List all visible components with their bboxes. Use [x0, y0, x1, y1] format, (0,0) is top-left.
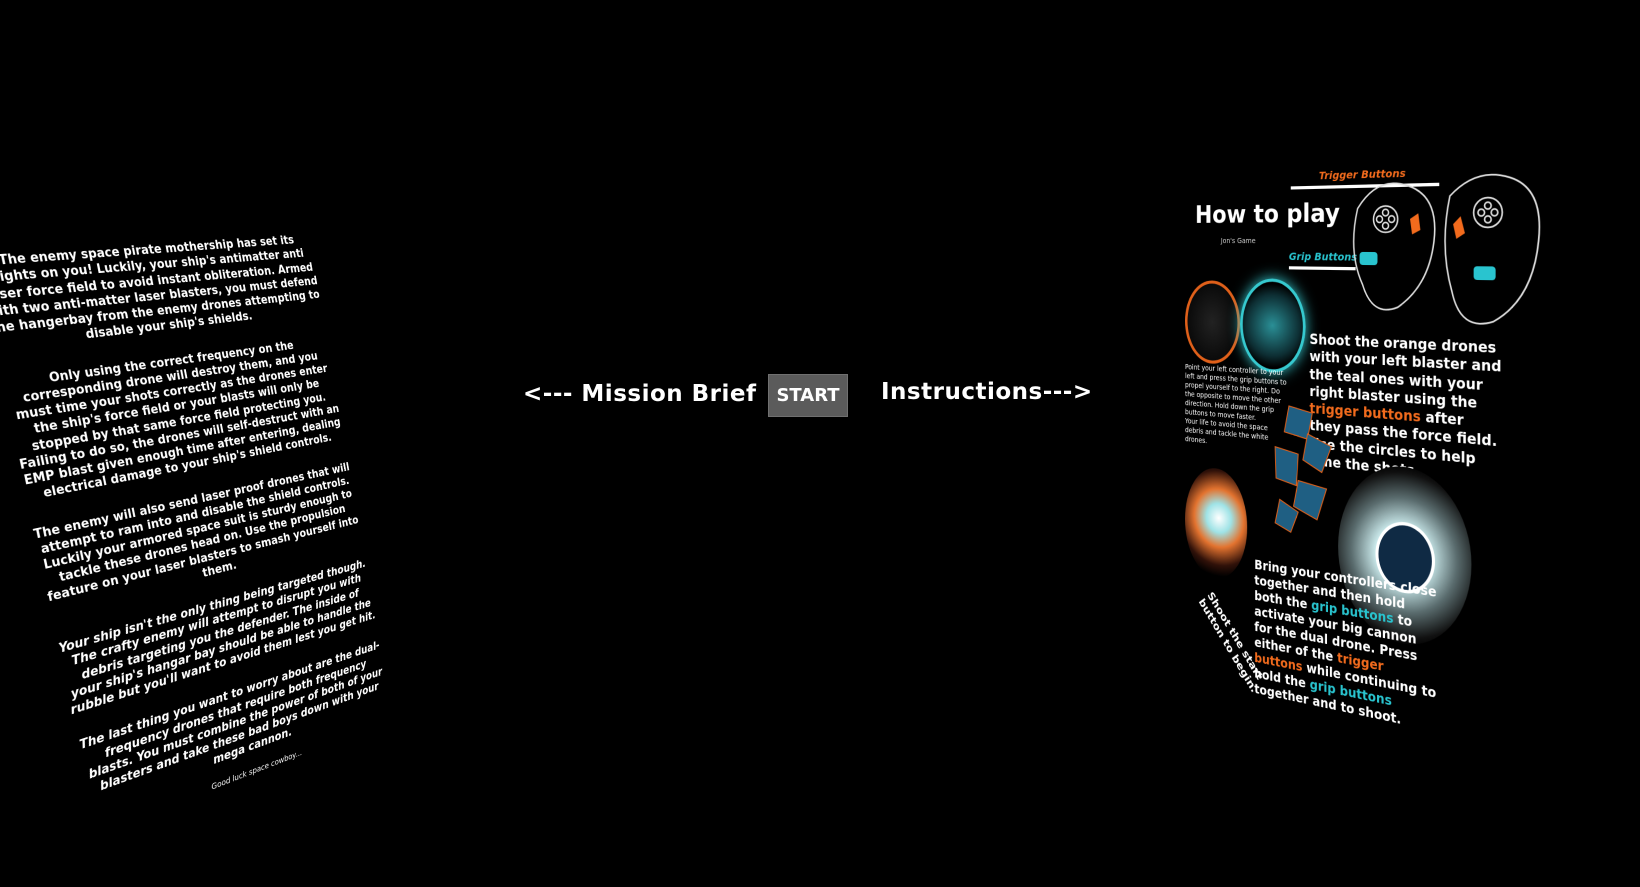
teal-drone-icon [1240, 277, 1306, 375]
instructions-panel: How to play Jon's Game Trigger Buttons G… [1185, 168, 1555, 735]
orange-drone-icon [1185, 280, 1241, 366]
instructions-nav-label: Instructions---> [881, 379, 1093, 405]
glowing-drone-icon [1185, 465, 1248, 584]
cannon-instructions: Bring your controllers close together an… [1254, 557, 1437, 728]
howto-subtitle: Jon's Game [1220, 236, 1256, 246]
mission-brief-nav-label: <--- Mission Brief [523, 381, 757, 407]
start-button[interactable]: START [768, 374, 848, 417]
howto-title: How to play [1195, 198, 1340, 229]
vr-controllers-icon [1338, 159, 1550, 347]
brief-paragraph-1: The enemy space pirate mothership has se… [0, 233, 321, 343]
debris-icon [1271, 399, 1337, 543]
mission-brief-panel: The enemy space pirate mothership has se… [0, 234, 430, 794]
